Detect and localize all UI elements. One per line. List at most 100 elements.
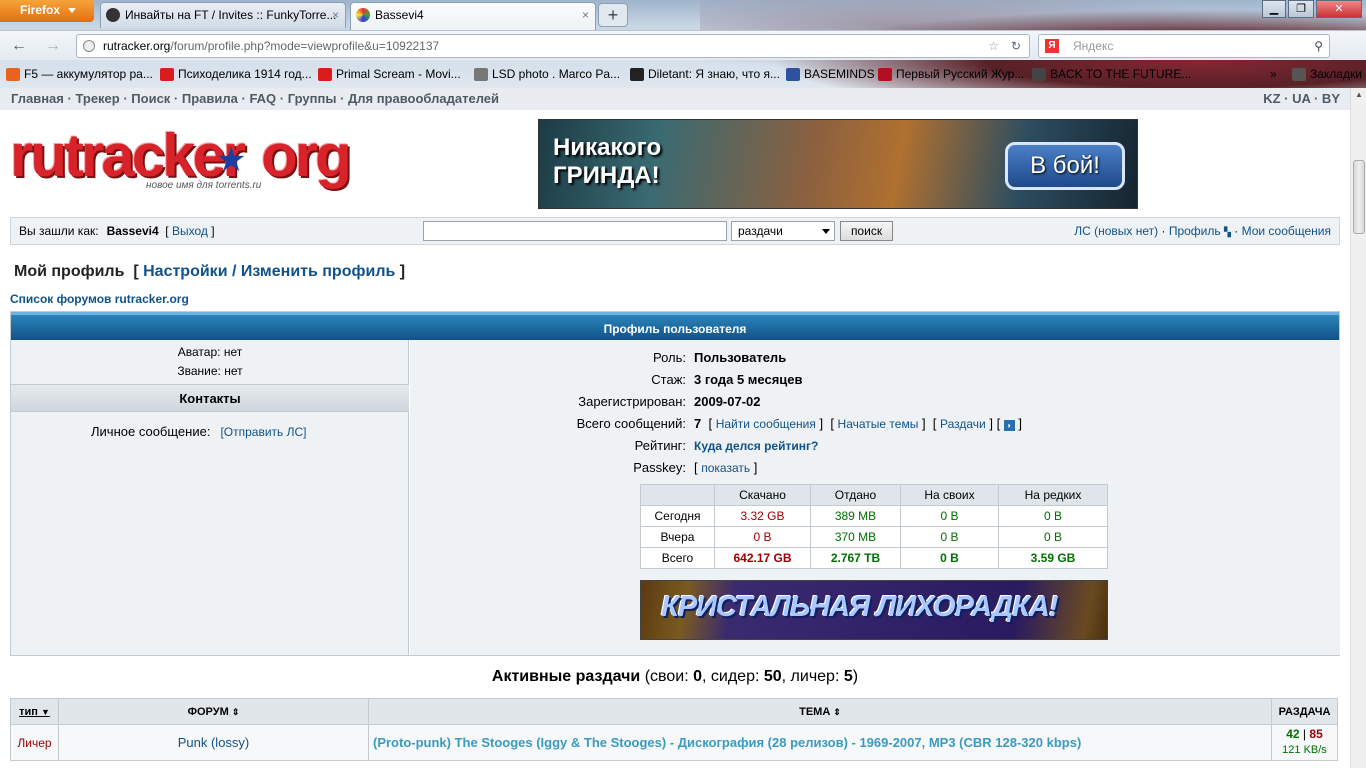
search-bar[interactable]: Я Яндекс ⚲ [1038, 34, 1330, 58]
chevron-down-icon [68, 8, 76, 13]
bookmark-item[interactable]: BACK TO THE FUTURE... [1030, 62, 1191, 87]
search-icon[interactable]: ⚲ [1314, 35, 1323, 57]
bookmarks-overflow-button[interactable]: » [1270, 62, 1277, 87]
nav-link[interactable]: Для правообладателей [348, 91, 499, 106]
show-passkey-link[interactable]: показать [701, 461, 750, 475]
star-icon: ★ [216, 141, 247, 179]
sort-down-icon: ▼ [40, 706, 50, 717]
bookmark-label: BASEMINDS [804, 67, 875, 81]
column-label: тип [19, 705, 38, 718]
bookmark-label: F5 — аккумулятор ра... [24, 67, 153, 81]
nav-link[interactable]: Главная [11, 91, 64, 106]
row-release: 42 | 85 121 KB/s [1271, 724, 1338, 761]
stats-cell: 2.767 TB [810, 547, 901, 569]
bookmark-favicon-icon [630, 68, 644, 81]
tab-invites[interactable]: Инвайты на FT / Invites :: FunkyTorre...… [100, 2, 346, 28]
bookmark-item[interactable]: BASEMINDS [784, 62, 875, 87]
settings-link[interactable]: Настройки / Изменить профиль [143, 263, 395, 280]
stats-cell: 0 B [998, 505, 1108, 527]
url-bar[interactable]: rutracker.org/forum/profile.php?mode=vie… [76, 34, 1030, 58]
bookmark-favicon-icon [786, 68, 800, 81]
bookmark-item[interactable]: Primal Scream - Movi... [316, 62, 461, 87]
reload-icon[interactable]: ↻ [1011, 35, 1021, 57]
rating-link[interactable]: Куда делся рейтинг? [694, 439, 818, 453]
registered-label: Зарегистрирован: [578, 394, 686, 409]
stats-header: На редких [998, 484, 1108, 506]
scroll-up-icon[interactable]: ▲ [1353, 90, 1365, 102]
forward-icon[interactable]: → [42, 35, 64, 57]
send-pm-link[interactable]: [Отправить ЛС] [220, 425, 306, 439]
forum-link[interactable]: Punk (lossy) [178, 735, 250, 750]
stats-header: Скачано [714, 484, 811, 506]
column-topic[interactable]: ТЕМА ⇕ [368, 698, 1272, 725]
back-icon[interactable]: ← [8, 35, 30, 57]
pm-link[interactable]: ЛС (новых нет) [1074, 224, 1158, 238]
bookmark-item[interactable]: F5 — аккумулятор ра... [4, 62, 153, 87]
own-label: свои: [650, 668, 689, 685]
search-input[interactable] [423, 221, 727, 241]
maximize-button[interactable]: ❐ [1288, 0, 1314, 18]
url-path: /forum/profile.php?mode=viewprofile&u=10… [170, 39, 440, 53]
topic-link[interactable]: (Proto-punk) The Stooges (Iggy & The Sto… [373, 735, 1081, 750]
rss-icon[interactable]: ◗ [1003, 420, 1015, 431]
logout-link[interactable]: Выход [172, 224, 208, 238]
new-tab-button[interactable]: + [598, 3, 628, 27]
rating-value: Куда делся рейтинг? [694, 435, 818, 457]
find-posts-link[interactable]: Найти сообщения [716, 417, 816, 431]
page-title: Мой профиль [ Настройки / Изменить профи… [14, 263, 406, 280]
ad-banner-bottom[interactable]: КРИСТАЛЬНАЯ ЛИХОРАДКА! [640, 580, 1108, 640]
close-window-button[interactable]: ✕ [1316, 0, 1362, 18]
ad-banner-top[interactable]: Никакого ГРИНДА! В бой! [538, 119, 1138, 209]
bookmark-favicon-icon [6, 68, 20, 81]
my-posts-link[interactable]: Мои сообщения [1242, 224, 1331, 238]
search-type-value: раздачи [738, 224, 783, 238]
search-type-select[interactable]: раздачи [731, 221, 835, 241]
stats-cell: Всего [640, 547, 715, 569]
profile-link[interactable]: Профиль [1169, 224, 1221, 238]
login-bar: Вы зашли как: Bassevi4 [ Выход ] раздачи … [10, 217, 1340, 245]
banner-button[interactable]: В бой! [1005, 142, 1125, 190]
role-value: Пользователь [694, 350, 787, 365]
login-info: Вы зашли как: Bassevi4 [ Выход ] [19, 224, 215, 238]
search-button[interactable]: поиск [840, 221, 893, 241]
tab-bassevi4[interactable]: Bassevi4 × [350, 2, 596, 30]
banner-text: КРИСТАЛЬНАЯ ЛИХОРАДКА! [661, 591, 1059, 623]
stats-row: Вчера 0 B 370 MB 0 B 0 B [640, 526, 1108, 548]
chevron-down-icon [822, 229, 830, 234]
bookmark-item[interactable]: Diletant: Я знаю, что я... [628, 62, 780, 87]
forum-list-link[interactable]: Список форумов rutracker.org [10, 292, 189, 306]
tab-label: Инвайты на FT / Invites :: FunkyTorre... [125, 8, 337, 22]
posts-row: Всего сообщений: 7 [ Найти сообщения ] [ … [410, 413, 1340, 435]
stats-header [640, 484, 715, 506]
stats-cell: 0 B [900, 505, 999, 527]
bookmark-item[interactable]: LSD photo . Marco Pa... [472, 62, 620, 87]
close-icon[interactable]: × [332, 3, 339, 27]
yandex-icon[interactable]: Я [1045, 39, 1059, 53]
scrollbar-thumb[interactable] [1353, 160, 1365, 234]
started-topics-link[interactable]: Начатые темы [838, 417, 919, 431]
nav-link[interactable]: Поиск [131, 91, 170, 106]
firefox-menu-button[interactable]: Firefox [0, 0, 94, 22]
login-label: Вы зашли как: [19, 224, 99, 238]
column-forum[interactable]: ФОРУМ ⇕ [58, 698, 369, 725]
column-type[interactable]: тип ▼ [10, 698, 59, 725]
close-icon[interactable]: × [582, 3, 589, 27]
releases-link[interactable]: Раздачи [940, 417, 986, 431]
menu-icon[interactable]: ▚ [1224, 227, 1231, 237]
minimize-button[interactable]: ▁ [1262, 0, 1286, 18]
lang-links[interactable]: KZ · UA · BY [1263, 88, 1340, 110]
nav-link[interactable]: FAQ [249, 91, 276, 106]
nav-link[interactable]: Правила [182, 91, 238, 106]
bookmark-star-icon[interactable]: ☆ [988, 35, 999, 57]
nav-link[interactable]: Трекер [75, 91, 119, 106]
column-release[interactable]: РАЗДАЧА [1271, 698, 1338, 725]
stats-header: Отдано [810, 484, 901, 506]
site-logo[interactable]: rutracker org ★ новое имя для torrents.ru [10, 126, 352, 198]
bookmarks-menu-button[interactable]: Закладки [1290, 62, 1362, 87]
bookmark-item[interactable]: Психоделика 1914 год... [158, 62, 312, 87]
nav-link[interactable]: Группы [288, 91, 337, 106]
stats-cell: 3.32 GB [714, 505, 811, 527]
leecher-label: личер: [790, 668, 840, 685]
page-scrollbar[interactable]: ▲ [1350, 88, 1366, 768]
bookmark-item[interactable]: Первый Русский Жур... [876, 62, 1024, 87]
